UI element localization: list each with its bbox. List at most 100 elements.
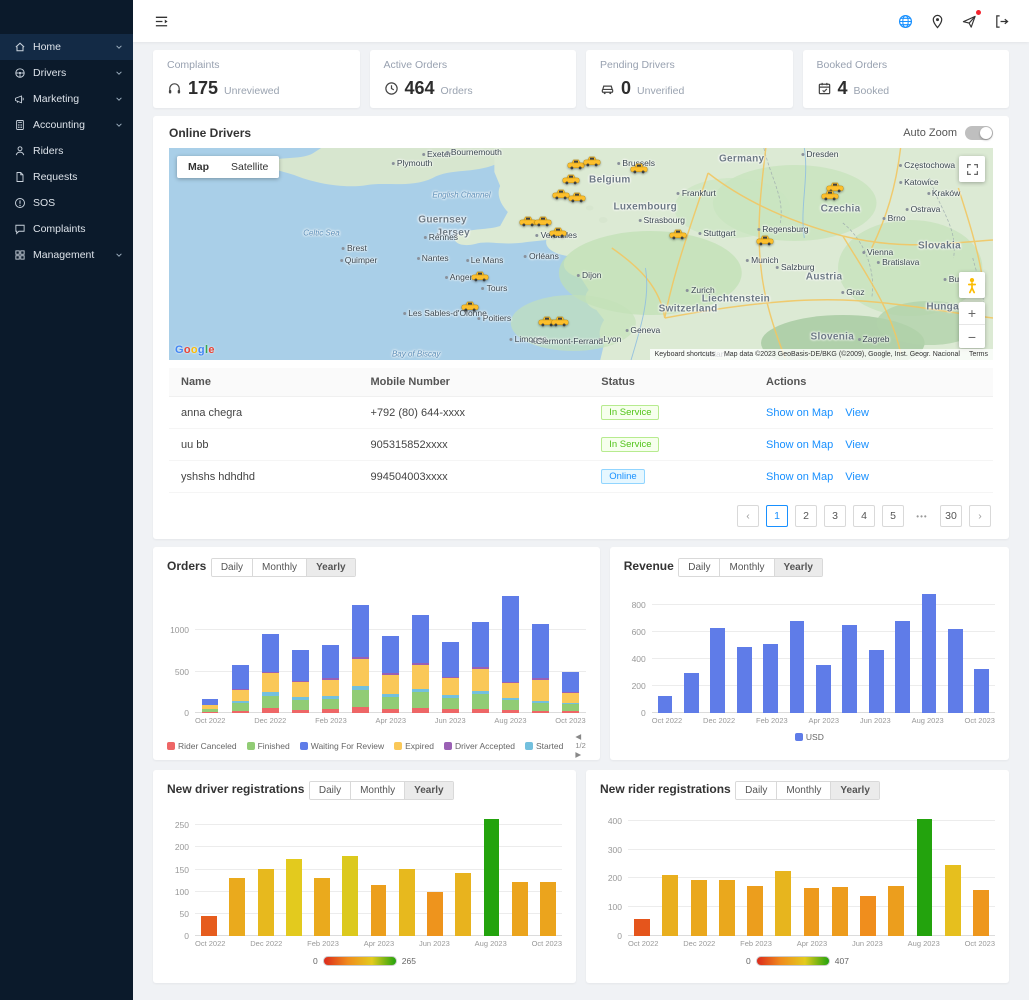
logout-icon[interactable]: [989, 9, 1013, 33]
bar-jun-2023[interactable]: [436, 589, 466, 713]
visual-map-legend[interactable]: 0265: [167, 956, 562, 966]
bar-mar-2023[interactable]: [345, 589, 375, 713]
taxi-marker[interactable]: [630, 161, 648, 173]
bar-sep-2023[interactable]: [942, 589, 968, 713]
bar-sep-2023[interactable]: [939, 812, 967, 936]
map[interactable]: GermanyBelgiumLuxembourgCzechiaSlovakiaA…: [169, 148, 993, 360]
view-link[interactable]: View: [845, 407, 869, 419]
keyboard-shortcuts-link[interactable]: Keyboard shortcuts: [655, 351, 715, 358]
period-yearly-button[interactable]: Yearly: [404, 782, 452, 799]
bar-jul-2023[interactable]: [882, 812, 910, 936]
period-yearly-button[interactable]: Yearly: [830, 782, 878, 799]
sidebar-item-drivers[interactable]: Drivers: [0, 60, 133, 86]
bar-may-2023[interactable]: [837, 589, 863, 713]
bar-dec-2022[interactable]: [255, 589, 285, 713]
bar-oct-2022[interactable]: [195, 589, 225, 713]
bar-feb-2023[interactable]: [308, 812, 336, 936]
bar-jan-2023[interactable]: [285, 589, 315, 713]
legend-item-waiting-for-review[interactable]: Waiting For Review: [300, 741, 384, 751]
sidebar-item-accounting[interactable]: Accounting: [0, 112, 133, 138]
bar-aug-2023[interactable]: [496, 589, 526, 713]
bar-feb-2023[interactable]: [741, 812, 769, 936]
bar-apr-2023[interactable]: [364, 812, 392, 936]
pegman-control[interactable]: [959, 272, 985, 298]
bar-jan-2023[interactable]: [731, 589, 757, 713]
legend-item-rider-canceled[interactable]: Rider Canceled: [167, 741, 237, 751]
fullscreen-button[interactable]: [959, 156, 985, 182]
bar-oct-2022[interactable]: [652, 589, 678, 713]
legend-item-finished[interactable]: Finished: [247, 741, 290, 751]
bar-oct-2022[interactable]: [628, 812, 656, 936]
send-icon[interactable]: [957, 9, 981, 33]
bar-aug-2023[interactable]: [477, 812, 505, 936]
show-on-map-link[interactable]: Show on Map: [766, 439, 833, 451]
bar-nov-2022[interactable]: [678, 589, 704, 713]
bar-mar-2023[interactable]: [769, 812, 797, 936]
bar-dec-2022[interactable]: [251, 812, 279, 936]
page-1-button[interactable]: 1: [766, 505, 788, 527]
page-30-button[interactable]: 30: [940, 505, 962, 527]
bar-jan-2023[interactable]: [713, 812, 741, 936]
bar-nov-2022[interactable]: [223, 812, 251, 936]
legend-item-usd[interactable]: USD: [795, 732, 824, 742]
legend-item-expired[interactable]: Expired: [394, 741, 434, 751]
period-yearly-button[interactable]: Yearly: [774, 559, 822, 576]
bar-dec-2022[interactable]: [684, 812, 712, 936]
taxi-marker[interactable]: [568, 190, 586, 202]
bar-feb-2023[interactable]: [757, 589, 783, 713]
visual-map-legend[interactable]: 0407: [600, 956, 995, 966]
taxi-marker[interactable]: [551, 314, 569, 326]
period-daily-button[interactable]: Daily: [736, 782, 776, 799]
bar-nov-2022[interactable]: [656, 812, 684, 936]
bar-jun-2023[interactable]: [863, 589, 889, 713]
bar-feb-2023[interactable]: [315, 589, 345, 713]
bar-jul-2023[interactable]: [449, 812, 477, 936]
sidebar-item-sos[interactable]: SOS: [0, 190, 133, 216]
bar-oct-2022[interactable]: [195, 812, 223, 936]
show-on-map-link[interactable]: Show on Map: [766, 407, 833, 419]
legend-item-started[interactable]: Started: [525, 741, 563, 751]
sidebar-item-marketing[interactable]: Marketing: [0, 86, 133, 112]
period-daily-button[interactable]: Daily: [679, 559, 719, 576]
period-monthly-button[interactable]: Monthly: [776, 782, 830, 799]
bar-nov-2022[interactable]: [225, 589, 255, 713]
sidebar-item-home[interactable]: Home: [0, 34, 133, 60]
bar-jul-2023[interactable]: [466, 589, 496, 713]
period-monthly-button[interactable]: Monthly: [252, 559, 306, 576]
bar-oct-2023[interactable]: [534, 812, 562, 936]
map-type-map-button[interactable]: Map: [177, 156, 220, 178]
bar-jun-2023[interactable]: [421, 812, 449, 936]
bar-aug-2023[interactable]: [916, 589, 942, 713]
bar-dec-2022[interactable]: [705, 589, 731, 713]
bar-oct-2023[interactable]: [556, 589, 586, 713]
taxi-marker[interactable]: [562, 172, 580, 184]
zoom-in-button[interactable]: +: [959, 302, 985, 325]
bar-may-2023[interactable]: [826, 812, 854, 936]
period-yearly-button[interactable]: Yearly: [306, 559, 354, 576]
taxi-marker[interactable]: [669, 227, 687, 239]
period-monthly-button[interactable]: Monthly: [350, 782, 404, 799]
bar-mar-2023[interactable]: [784, 589, 810, 713]
sidebar-item-management[interactable]: Management: [0, 242, 133, 268]
taxi-marker[interactable]: [756, 233, 774, 245]
taxi-marker[interactable]: [471, 269, 489, 281]
map-type-satellite-button[interactable]: Satellite: [220, 156, 279, 178]
bar-jun-2023[interactable]: [854, 812, 882, 936]
terms-link[interactable]: Terms: [969, 351, 988, 358]
taxi-marker[interactable]: [461, 299, 479, 311]
sidebar-collapse-button[interactable]: [149, 9, 173, 33]
bar-mar-2023[interactable]: [336, 812, 364, 936]
bar-sep-2023[interactable]: [526, 589, 556, 713]
period-daily-button[interactable]: Daily: [310, 782, 350, 799]
page-5-button[interactable]: 5: [882, 505, 904, 527]
sidebar-item-riders[interactable]: Riders: [0, 138, 133, 164]
language-globe-icon[interactable]: [893, 9, 917, 33]
auto-zoom-toggle[interactable]: [965, 126, 993, 140]
bar-jan-2023[interactable]: [280, 812, 308, 936]
location-icon[interactable]: [925, 9, 949, 33]
page-3-button[interactable]: 3: [824, 505, 846, 527]
view-link[interactable]: View: [845, 471, 869, 483]
period-monthly-button[interactable]: Monthly: [719, 559, 773, 576]
period-daily-button[interactable]: Daily: [212, 559, 252, 576]
bar-jul-2023[interactable]: [889, 589, 915, 713]
